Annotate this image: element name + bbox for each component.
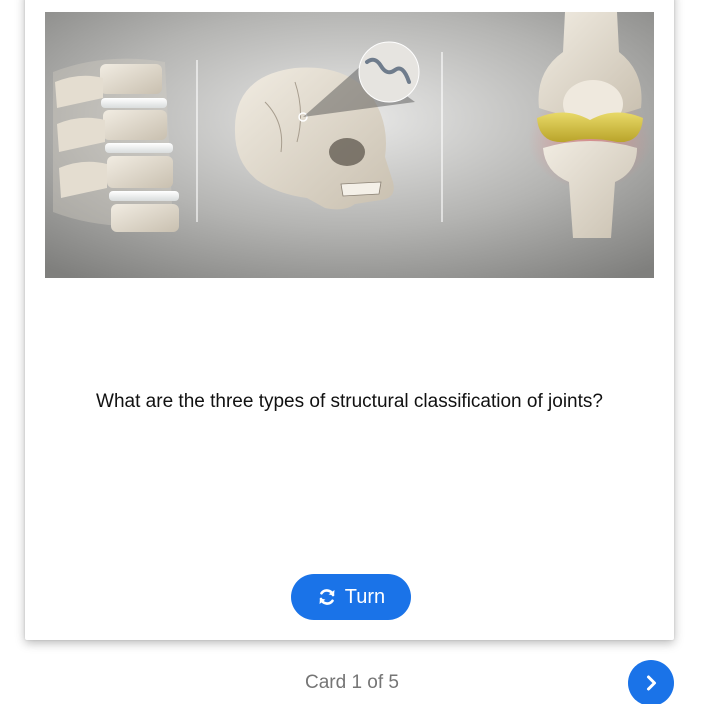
card-image xyxy=(45,12,654,278)
flashcard-page: What are the three types of structural c… xyxy=(0,0,704,704)
next-card-button[interactable] xyxy=(628,660,674,704)
flashcard: What are the three types of structural c… xyxy=(25,0,674,640)
card-question: What are the three types of structural c… xyxy=(96,391,603,412)
chevron-right-icon xyxy=(641,673,661,693)
turn-button-label: Turn xyxy=(344,585,386,608)
spine-illustration xyxy=(53,58,179,232)
turn-button[interactable]: Turn xyxy=(291,574,411,620)
card-counter: Card 1 of 5 xyxy=(305,672,399,693)
refresh-icon xyxy=(317,587,337,607)
